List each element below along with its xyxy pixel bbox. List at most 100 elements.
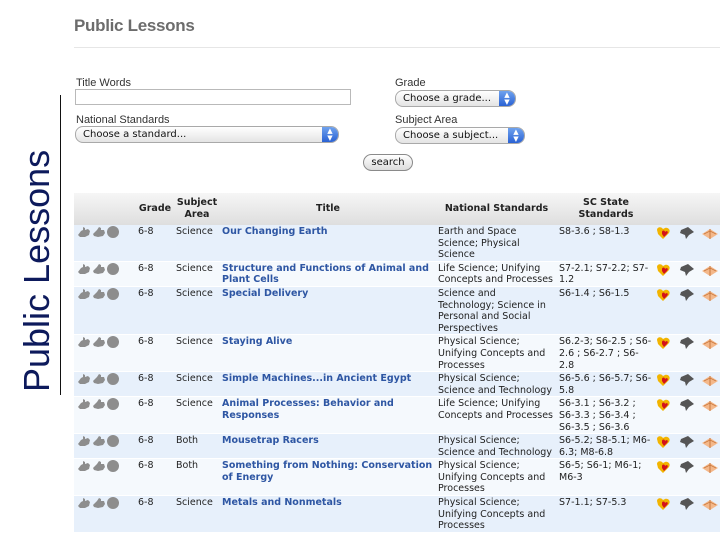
grade-cell: 6-8 [136,261,174,287]
row-actions [655,433,720,460]
pushpin-icon[interactable] [678,435,696,449]
hand-icon[interactable] [92,373,106,385]
lesson-title-link[interactable]: Something from Nothing: Conservation of … [220,458,436,497]
circle-icon[interactable] [107,373,119,386]
subject-cell: Science [174,334,220,373]
national-standards-cell: Life Science; Unifying Concepts and Proc… [436,396,557,435]
pushpin-icon[interactable] [678,460,696,474]
row-icons [74,225,136,262]
hand-icon[interactable] [77,373,91,385]
open-book-icon[interactable] [701,460,719,474]
lesson-title-link[interactable]: Staying Alive [220,334,436,373]
lesson-title-link[interactable]: Mousetrap Racers [220,433,436,460]
hand-icon[interactable] [77,288,91,300]
open-book-icon[interactable] [701,226,719,240]
subject-cell: Science [174,371,220,398]
national-standards-select[interactable]: Choose a standard... ▲ ▼ [75,126,339,143]
circle-icon[interactable] [107,460,119,473]
open-book-icon[interactable] [701,336,719,350]
grade-cell: 6-8 [136,334,174,373]
national-standards-value: Choose a standard... [83,129,187,140]
subject-cell: Both [174,458,220,497]
sc-standards-cell: S6-3.1 ; S6-3.2 ; S6-3.3 ; S6-3.4 ; S6-3… [557,396,655,435]
circle-icon[interactable] [107,262,119,275]
select-arrows-icon: ▲ ▼ [499,91,515,106]
hand-icon[interactable] [77,497,91,509]
grade-cell: 6-8 [136,371,174,398]
table-row: 6-8 Both Something from Nothing: Conserv… [74,458,720,497]
hand-icon[interactable] [77,336,91,348]
hand-icon[interactable] [92,460,106,472]
lesson-title-link[interactable]: Animal Processes: Behavior and Responses [220,396,436,435]
heart-icon[interactable] [655,497,673,511]
grade-label: Grade [395,77,426,89]
row-icons [74,396,136,435]
circle-icon[interactable] [107,336,119,349]
grade-cell: 6-8 [136,458,174,497]
hand-icon[interactable] [92,497,106,509]
pushpin-icon[interactable] [678,336,696,350]
lesson-title-link[interactable]: Simple Machines...in Ancient Egypt [220,371,436,398]
header-sc-state-standards[interactable]: SC State Standards [557,193,655,225]
subject-area-select[interactable]: Choose a subject... ▲ ▼ [395,127,525,144]
hand-icon[interactable] [92,226,106,238]
heart-icon[interactable] [655,336,673,350]
pushpin-icon[interactable] [678,373,696,387]
heart-icon[interactable] [655,398,673,412]
heart-icon[interactable] [655,263,673,277]
row-actions [655,334,720,373]
row-actions [655,396,720,435]
national-standards-cell: Life Science; Unifying Concepts and Proc… [436,261,557,287]
circle-icon[interactable] [107,287,119,300]
circle-icon[interactable] [107,497,119,510]
circle-icon[interactable] [107,398,119,411]
title-words-label: Title Words [76,77,132,89]
open-book-icon[interactable] [701,263,719,277]
lesson-title-link[interactable]: Structure and Functions of Animal and Pl… [220,261,436,287]
hand-icon[interactable] [92,336,106,348]
heart-icon[interactable] [655,226,673,240]
circle-icon[interactable] [107,226,119,238]
open-book-icon[interactable] [701,398,719,412]
open-book-icon[interactable] [701,288,719,302]
hand-icon[interactable] [92,263,106,275]
circle-icon[interactable] [107,435,119,448]
subject-area-label: Subject Area [395,114,458,126]
search-button[interactable]: search [363,154,413,171]
open-book-icon[interactable] [701,497,719,511]
hand-icon[interactable] [77,263,91,275]
pushpin-icon[interactable] [678,263,696,277]
hand-icon[interactable] [92,435,106,447]
pushpin-icon[interactable] [678,288,696,302]
header-grade[interactable]: Grade [136,193,174,225]
row-actions [655,225,720,262]
hand-icon[interactable] [77,398,91,410]
header-national-standards[interactable]: National Standards [436,193,557,225]
hand-icon[interactable] [77,226,91,238]
heart-icon[interactable] [655,460,673,474]
hand-icon[interactable] [92,398,106,410]
lesson-title-link[interactable]: Special Delivery [220,286,436,336]
pushpin-icon[interactable] [678,226,696,240]
hand-icon[interactable] [77,460,91,472]
lessons-table: Grade Subject Area Title National Standa… [74,193,720,533]
heart-icon[interactable] [655,288,673,302]
heart-icon[interactable] [655,435,673,449]
row-icons [74,334,136,373]
hand-icon[interactable] [92,288,106,300]
pushpin-icon[interactable] [678,398,696,412]
grade-select[interactable]: Choose a grade... ▲ ▼ [395,90,516,107]
row-icons [74,433,136,460]
open-book-icon[interactable] [701,373,719,387]
pushpin-icon[interactable] [678,497,696,511]
hand-icon[interactable] [77,435,91,447]
heart-icon[interactable] [655,373,673,387]
open-book-icon[interactable] [701,435,719,449]
table-row: 6-8 Science Metals and Nonmetals Physica… [74,495,720,533]
lesson-title-link[interactable]: Metals and Nonmetals [220,495,436,533]
header-subject-area[interactable]: Subject Area [174,193,220,225]
header-title[interactable]: Title [220,193,436,225]
lesson-title-link[interactable]: Our Changing Earth [220,225,436,262]
subject-cell: Science [174,495,220,533]
title-words-input[interactable] [75,89,351,105]
